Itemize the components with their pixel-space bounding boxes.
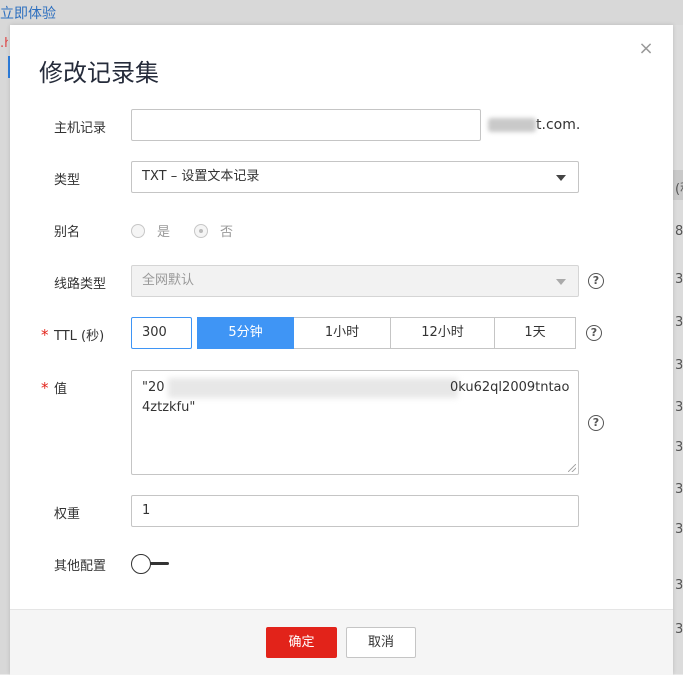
redacted-value bbox=[168, 378, 458, 398]
background-row-num: 3 bbox=[675, 522, 683, 537]
weight-label: 权重 bbox=[54, 507, 81, 522]
background-link[interactable]: 立即体验 bbox=[0, 3, 56, 23]
type-label: 类型 bbox=[54, 173, 81, 188]
radio-label: 否 bbox=[220, 225, 234, 240]
background-row-num: 3 bbox=[675, 622, 683, 637]
line-type-select: 全网默认 bbox=[131, 265, 579, 297]
help-icon[interactable]: ? bbox=[588, 273, 604, 289]
ttl-preset-1d[interactable]: 1天 bbox=[495, 317, 576, 349]
ttl-preset-12h[interactable]: 12小时 bbox=[391, 317, 495, 349]
type-select-value: TXT – 设置文本记录 bbox=[142, 169, 260, 184]
value-label-text: 值 bbox=[54, 382, 68, 397]
ttl-label-text: TTL (秒) bbox=[54, 329, 105, 344]
ttl-input[interactable]: 300 bbox=[131, 317, 192, 349]
value-label: * 值 bbox=[41, 378, 68, 397]
redacted-domain bbox=[488, 118, 536, 132]
background-fragment: .h bbox=[0, 36, 8, 51]
ttl-preset-group: 5分钟 1小时 12小时 1天 bbox=[197, 317, 576, 349]
radio-circle-icon bbox=[131, 223, 145, 238]
radio-label: 是 bbox=[157, 225, 171, 240]
ttl-preset-1h[interactable]: 1小时 bbox=[294, 317, 391, 349]
alias-radio-yes[interactable]: 是 bbox=[131, 221, 170, 240]
radio-checked-icon bbox=[194, 223, 208, 238]
ttl-label: * TTL (秒) bbox=[41, 325, 105, 344]
type-select[interactable]: TXT – 设置文本记录 bbox=[131, 161, 579, 193]
background-row-num: 3 bbox=[675, 272, 683, 287]
ttl-preset-5min[interactable]: 5分钟 bbox=[197, 317, 294, 349]
background-row-num: 3 bbox=[675, 578, 683, 593]
value-line-1: "20 0ku62ql2009tntao bbox=[142, 378, 570, 398]
help-icon[interactable]: ? bbox=[586, 325, 602, 341]
chevron-down-icon bbox=[556, 279, 566, 285]
toggle-knob bbox=[131, 554, 151, 574]
dialog-title: 修改记录集 bbox=[39, 59, 159, 87]
background-row-num: 3 bbox=[675, 315, 683, 330]
other-config-label: 其他配置 bbox=[54, 559, 107, 574]
background-row-num: 3 bbox=[675, 400, 683, 415]
confirm-button[interactable]: 确定 bbox=[266, 627, 337, 658]
weight-input[interactable]: 1 bbox=[131, 495, 579, 527]
background-row-num: 3 bbox=[675, 482, 683, 497]
value-textarea[interactable]: "20 0ku62ql2009tntao 4ztzkfu" bbox=[131, 370, 579, 475]
domain-suffix: t.com. bbox=[488, 117, 580, 133]
help-icon[interactable]: ? bbox=[588, 415, 604, 431]
edit-record-dialog: 修改记录集 × 主机记录 t.com. 类型 TXT – 设置文本记录 别名 是… bbox=[10, 25, 673, 675]
background-table-edge bbox=[673, 25, 683, 674]
value-line-2: 4ztzkfu" bbox=[142, 400, 196, 415]
chevron-down-icon bbox=[556, 175, 566, 181]
close-icon[interactable]: × bbox=[636, 39, 656, 59]
background-header-fragment: (积 bbox=[675, 182, 683, 197]
line-type-value: 全网默认 bbox=[142, 273, 195, 288]
background-row-num: 3 bbox=[675, 358, 683, 373]
cancel-button[interactable]: 取消 bbox=[346, 627, 416, 658]
host-input[interactable] bbox=[131, 109, 481, 141]
required-mark: * bbox=[41, 379, 49, 397]
alias-label: 别名 bbox=[54, 225, 81, 240]
alias-radio-no[interactable]: 否 bbox=[194, 221, 233, 240]
value-text-start: "20 bbox=[142, 380, 165, 395]
line-type-label: 线路类型 bbox=[54, 277, 107, 292]
other-config-toggle[interactable] bbox=[131, 554, 171, 574]
dialog-footer: 确定 取消 bbox=[10, 609, 673, 675]
required-mark: * bbox=[41, 326, 49, 344]
background-row-num: 8 bbox=[675, 224, 683, 239]
value-text-end: 0ku62ql2009tntao bbox=[450, 380, 570, 395]
domain-suffix-text: t.com. bbox=[536, 117, 581, 133]
background-row-num: 3 bbox=[675, 440, 683, 455]
resize-handle-icon[interactable] bbox=[568, 464, 576, 472]
host-label: 主机记录 bbox=[54, 121, 107, 136]
